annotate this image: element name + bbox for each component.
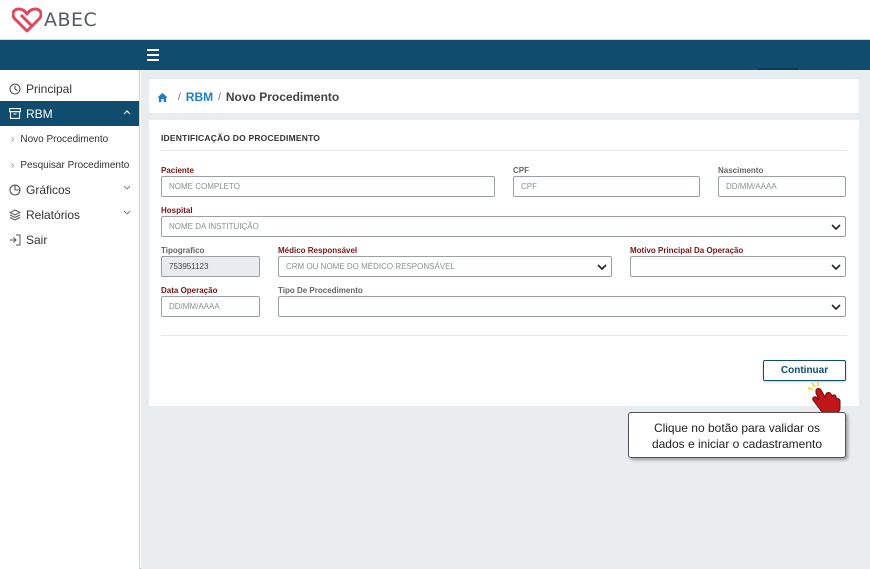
- section-divider: [161, 150, 847, 151]
- home-icon[interactable]: [157, 92, 168, 103]
- sidebar-item-principal[interactable]: Principal: [0, 76, 139, 101]
- motivo-label: Motivo Principal Da Operação: [630, 246, 744, 255]
- dashboard-icon: [8, 82, 22, 96]
- chevron-down-icon: [831, 264, 841, 271]
- chevron-down-icon: [123, 210, 131, 215]
- motivo-select[interactable]: [630, 256, 846, 277]
- sidebar-item-rbm[interactable]: RBM: [0, 101, 139, 126]
- top-navbar: [0, 40, 870, 70]
- continuar-button[interactable]: Continuar: [763, 360, 846, 381]
- sidebar-item-label: Relatórios: [26, 207, 81, 222]
- archive-icon: [8, 107, 22, 121]
- breadcrumb-current: Novo Procedimento: [225, 90, 340, 104]
- procedure-form-card: IDENTIFICAÇÃO DO PROCEDIMENTO Paciente N…: [149, 120, 859, 406]
- sidebar-subitem-novo-procedimento[interactable]: › Novo Procedimento: [0, 127, 139, 151]
- sidebar-item-sair[interactable]: Sair: [0, 227, 139, 252]
- breadcrumb-card: / RBM / Novo Procedimento: [149, 79, 859, 113]
- hospital-label: Hospital: [161, 206, 193, 215]
- chevron-down-icon: [831, 304, 841, 311]
- chevron-right-icon: ›: [11, 159, 15, 171]
- section-title: IDENTIFICAÇÃO DO PROCEDIMENTO: [161, 133, 321, 143]
- cpf-input[interactable]: CPF: [513, 176, 700, 197]
- heart-ribbon-icon: [12, 7, 42, 33]
- tipo-procedimento-select[interactable]: [278, 296, 846, 317]
- sidebar-item-relatorios[interactable]: Relatórios: [0, 202, 139, 227]
- tipografico-label: Tipografico: [161, 246, 205, 255]
- logout-icon: [8, 233, 22, 247]
- sidebar-subitem-label: Novo Procedimento: [20, 133, 109, 145]
- breadcrumb-link-rbm[interactable]: RBM: [186, 90, 213, 104]
- chevron-right-icon: ›: [11, 133, 15, 145]
- hospital-select[interactable]: NOME DA INSTITUIÇÃO: [161, 216, 846, 237]
- breadcrumb: / RBM / Novo Procedimento: [157, 90, 339, 104]
- help-tooltip: Clique no botão para validar os dados e …: [628, 412, 846, 458]
- medico-label: Médico Responsável: [278, 246, 358, 255]
- nascimento-input[interactable]: DD/MM/AAAA: [718, 176, 846, 197]
- sidebar-item-graficos[interactable]: Gráficos: [0, 177, 139, 202]
- sidebar-item-label: Gráficos: [26, 182, 71, 197]
- sidebar-subitem-pesquisar-procedimento[interactable]: › Pesquisar Procedimento: [0, 153, 139, 177]
- paciente-input[interactable]: NOME COMPLETO: [161, 176, 495, 197]
- brand-bar: ABEC: [0, 0, 870, 40]
- data-operacao-label: Data Operação: [161, 286, 218, 295]
- layers-icon: [8, 208, 22, 222]
- hamburger-menu-icon[interactable]: [147, 49, 159, 61]
- chevron-down-icon: [831, 224, 841, 231]
- data-operacao-input[interactable]: DD/MM/AAAA: [161, 296, 260, 317]
- tipo-procedimento-label: Tipo De Procedimento: [278, 286, 363, 295]
- brand-name: ABEC: [44, 9, 98, 31]
- sidebar-subitem-label: Pesquisar Procedimento: [20, 159, 130, 171]
- medico-select[interactable]: CRM OU NOME DO MÉDICO RESPONSÁVEL: [278, 256, 612, 277]
- sidebar-item-label: Principal: [26, 81, 73, 96]
- nascimento-label: Nascimento: [718, 166, 764, 175]
- hospital-select-placeholder: NOME DA INSTITUIÇÃO: [169, 222, 259, 231]
- chevron-down-icon: [123, 185, 131, 190]
- tooltip-line-1: Clique no botão para validar os: [653, 421, 821, 435]
- sidebar-item-label: RBM: [26, 106, 53, 121]
- chevron-down-icon: [597, 264, 607, 271]
- form-divider: [161, 335, 847, 336]
- tooltip-line-2: dados e iniciar o cadastramento: [651, 437, 823, 451]
- hand-pointer-icon: [807, 382, 841, 414]
- tipografico-input: 753951123: [161, 256, 260, 277]
- chevron-up-icon: [123, 110, 131, 115]
- sidebar: Principal RBM › Novo Procedimento › Pesq…: [0, 70, 140, 569]
- sidebar-item-label: Sair: [26, 232, 48, 247]
- pie-chart-icon: [8, 183, 22, 197]
- medico-select-placeholder: CRM OU NOME DO MÉDICO RESPONSÁVEL: [286, 262, 455, 271]
- paciente-label: Paciente: [161, 166, 194, 175]
- cpf-label: CPF: [513, 166, 529, 175]
